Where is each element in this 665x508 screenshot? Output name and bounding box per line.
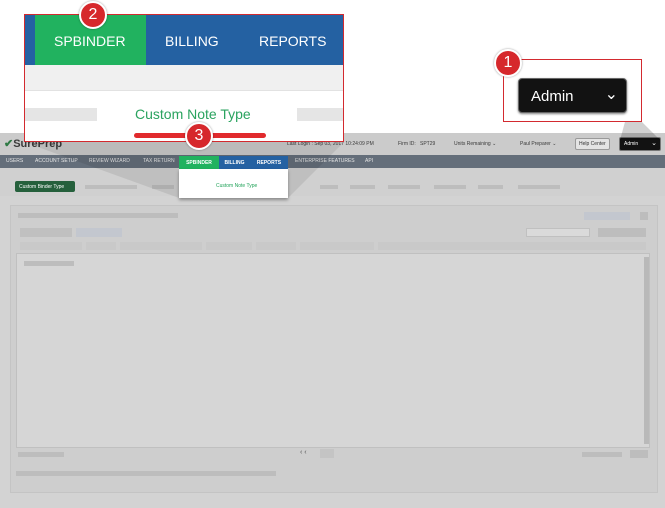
mini-nav-highlight: SPBINDER BILLING REPORTS: [179, 156, 288, 169]
admin-role-select[interactable]: Admin ⌄: [518, 78, 627, 113]
step-badge-3: 3: [185, 122, 213, 150]
nav-billing[interactable]: BILLING: [219, 156, 250, 169]
step-badge-1: 1: [494, 49, 522, 77]
zoom-tab-billing[interactable]: BILLING: [165, 33, 219, 49]
nav-spbinder[interactable]: SPBINDER: [179, 156, 219, 169]
nav-reports[interactable]: REPORTS: [250, 156, 288, 169]
zoom-tab-reports[interactable]: REPORTS: [259, 33, 326, 49]
custom-note-type-link[interactable]: Custom Note Type: [216, 183, 257, 189]
zoom-tab-spbinder[interactable]: SPBINDER: [54, 33, 126, 49]
step-badge-2: 2: [79, 1, 107, 29]
zoom-placeholder: [297, 108, 343, 121]
zoom-gray-band: [25, 65, 343, 91]
zoom-custom-note-type[interactable]: Custom Note Type: [135, 106, 251, 122]
zoom-placeholder: [25, 108, 97, 121]
zoom-nav: SPBINDER BILLING REPORTS: [25, 15, 343, 65]
mini-dropdown: Custom Note Type: [179, 169, 288, 198]
chevron-down-icon: ⌄: [604, 86, 618, 103]
zoom-callout: SPBINDER BILLING REPORTS Custom Note Typ…: [24, 14, 344, 142]
tutorial-screenshot: ✔SurePrep Last Login : Sep 03, 2017 10:2…: [0, 0, 665, 508]
